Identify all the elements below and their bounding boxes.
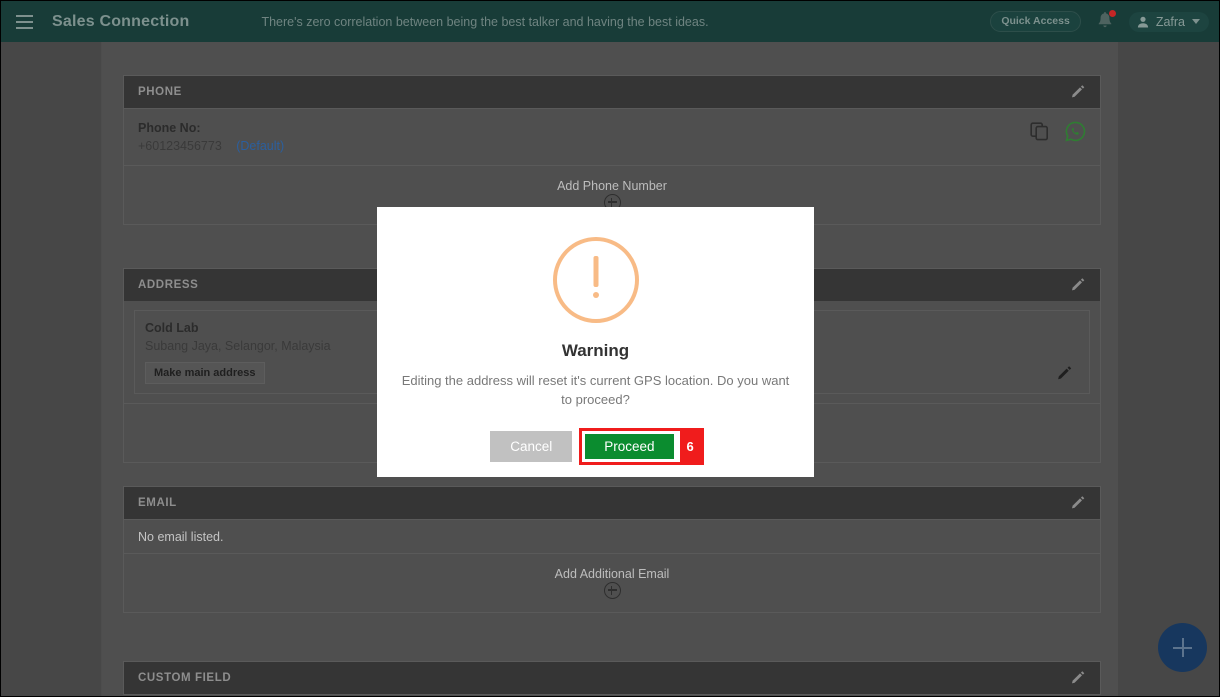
- phone-default-tag[interactable]: (Default): [236, 139, 284, 153]
- whatsapp-icon[interactable]: [1065, 121, 1086, 142]
- chevron-down-icon: [1192, 19, 1200, 24]
- step-number-badge: 6: [679, 431, 701, 462]
- person-icon: [1137, 16, 1148, 27]
- phone-edit-pencil-icon[interactable]: [1069, 84, 1086, 101]
- custom-field-edit-pencil-icon[interactable]: [1069, 670, 1086, 687]
- add-additional-email-button[interactable]: Add Additional Email: [124, 553, 1100, 612]
- email-empty-text: No email listed.: [138, 530, 224, 544]
- custom-field-card: CUSTOM FIELD: [123, 661, 1101, 695]
- address-row-edit-pencil-icon[interactable]: [1055, 365, 1073, 383]
- hamburger-bar: [15, 26, 33, 29]
- make-main-address-button[interactable]: Make main address: [145, 362, 265, 384]
- phone-label: Phone No:: [138, 121, 201, 135]
- user-name-label: Zafra: [1155, 14, 1185, 29]
- modal-action-buttons: Cancel Proceed 6: [490, 428, 704, 465]
- topbar-right-group: Quick Access Zafra: [990, 9, 1219, 33]
- add-phone-number-label: Add Phone Number: [557, 179, 667, 193]
- phone-value-line: +60123456773 (Default): [138, 137, 1086, 156]
- hamburger-bar: [15, 14, 33, 17]
- exclamation-bar: [593, 256, 598, 287]
- email-card: EMAIL No email listed. Add Additional Em…: [123, 486, 1101, 613]
- notification-badge-dot: [1108, 9, 1116, 17]
- add-floating-action-button[interactable]: [1158, 623, 1207, 672]
- notification-bell-icon[interactable]: [1095, 9, 1116, 33]
- proceed-button-group: Proceed 6: [579, 428, 704, 465]
- phone-row: Phone No: +60123456773 (Default): [124, 108, 1100, 165]
- app-brand-title: Sales Connection: [52, 12, 190, 30]
- copy-icon[interactable]: [1030, 122, 1049, 141]
- header-tagline: There's zero correlation between being t…: [261, 14, 709, 29]
- email-edit-pencil-icon[interactable]: [1069, 495, 1086, 512]
- email-card-header: EMAIL: [124, 487, 1100, 519]
- modal-message: Editing the address will reset it's curr…: [401, 373, 790, 407]
- phone-action-icons: [1030, 121, 1086, 142]
- user-menu-button[interactable]: Zafra: [1128, 11, 1209, 32]
- phone-card: PHONE Phone No: +60123456773 (Default) A…: [123, 75, 1101, 225]
- hamburger-bar: [15, 20, 33, 23]
- modal-title: Warning: [561, 341, 630, 360]
- phone-card-header: PHONE: [124, 76, 1100, 108]
- custom-field-card-header: CUSTOM FIELD: [124, 662, 1100, 694]
- address-section-title: ADDRESS: [138, 279, 199, 291]
- address-edit-pencil-icon[interactable]: [1069, 277, 1086, 294]
- warning-modal-dialog: Warning Editing the address will reset i…: [377, 207, 814, 477]
- proceed-button[interactable]: Proceed: [582, 431, 677, 462]
- warning-exclamation-icon: [552, 237, 639, 323]
- phone-number: +60123456773: [138, 139, 222, 153]
- hamburger-menu-icon[interactable]: [1, 1, 47, 42]
- cancel-button[interactable]: Cancel: [490, 431, 573, 462]
- app-screenshot: Sales Connection There's zero correlatio…: [0, 0, 1220, 697]
- email-section-title: EMAIL: [138, 497, 177, 509]
- plus-circle-icon: [603, 582, 621, 599]
- top-navigation-bar: Sales Connection There's zero correlatio…: [1, 1, 1219, 42]
- sidebar-region: [1, 42, 101, 696]
- quick-access-button[interactable]: Quick Access: [990, 11, 1081, 32]
- custom-field-section-title: CUSTOM FIELD: [138, 672, 232, 684]
- right-margin-region: [1118, 42, 1219, 696]
- exclamation-dot: [592, 292, 599, 298]
- phone-section-title: PHONE: [138, 86, 182, 98]
- add-additional-email-label: Add Additional Email: [554, 567, 670, 581]
- email-empty-row: No email listed.: [124, 519, 1100, 553]
